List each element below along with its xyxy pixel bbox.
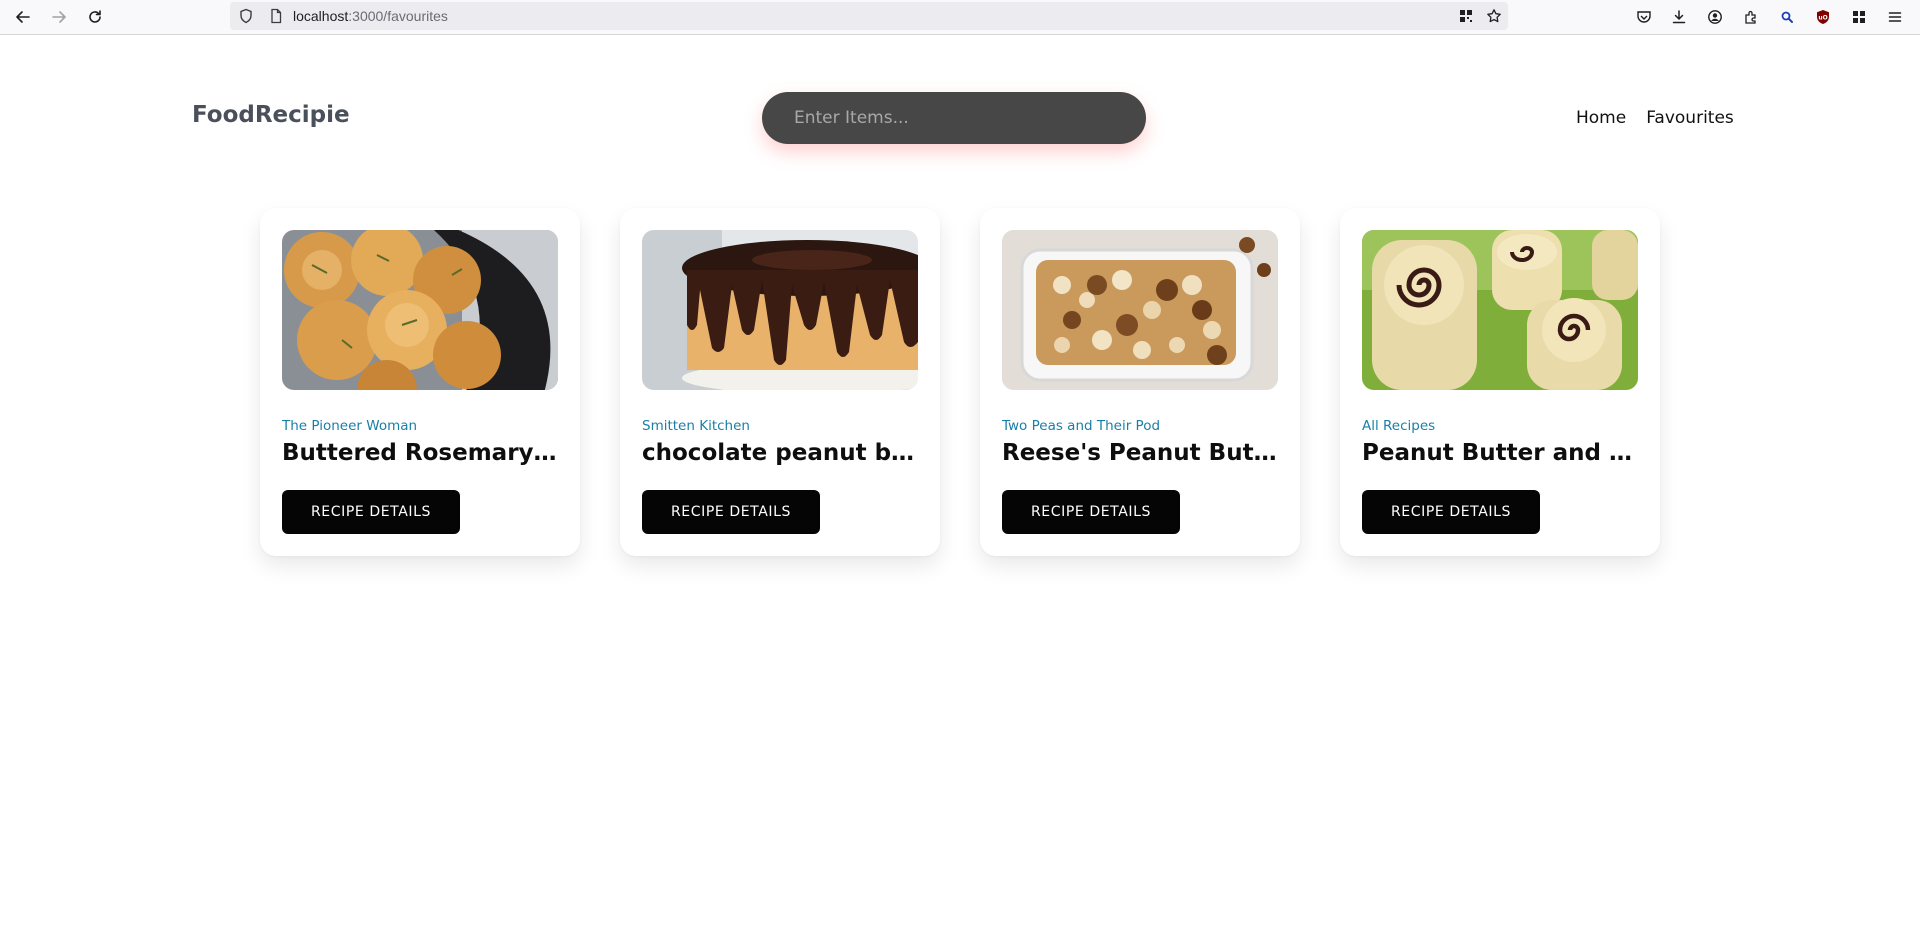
url-text[interactable]: localhost:3000/favourites [293, 8, 448, 24]
qr-code-icon[interactable] [1458, 8, 1474, 24]
url-host: localhost [293, 8, 349, 24]
recipe-title: Peanut Butter and Jel... [1362, 440, 1638, 466]
reload-icon[interactable] [82, 4, 108, 30]
svg-text:uO: uO [1818, 15, 1827, 22]
recipe-title: chocolate peanut butt... [642, 440, 918, 466]
pocket-icon[interactable] [1633, 6, 1655, 28]
search-box [762, 92, 1146, 144]
recipe-details-button[interactable]: RECIPE DETAILS [1362, 490, 1540, 534]
url-bar[interactable]: localhost:3000/favourites [230, 2, 1508, 30]
extensions-icon[interactable] [1740, 6, 1762, 28]
recipe-title: Reese's Peanut Butter... [1002, 440, 1278, 466]
recipe-publisher: Two Peas and Their Pod [1002, 418, 1161, 434]
recipe-details-button[interactable]: RECIPE DETAILS [282, 490, 460, 534]
recipe-card: Two Peas and Their Pod Reese's Peanut Bu… [980, 208, 1300, 556]
url-path: :3000/favourites [348, 8, 448, 24]
page-icon[interactable] [268, 8, 284, 24]
account-icon[interactable] [1704, 6, 1726, 28]
recipe-publisher: The Pioneer Woman [282, 418, 418, 434]
site-logo[interactable]: FoodRecipie [192, 102, 350, 128]
star-icon[interactable] [1486, 8, 1502, 24]
download-icon[interactable] [1668, 6, 1690, 28]
ublock-shield-icon[interactable]: uO [1812, 6, 1834, 28]
main-nav: Home Favourites [1576, 108, 1734, 128]
favourites-list: The Pioneer Woman Buttered Rosemary R...… [260, 208, 1660, 556]
recipe-card: The Pioneer Woman Buttered Rosemary R...… [260, 208, 580, 556]
recipe-publisher: Smitten Kitchen [642, 418, 750, 434]
pbj-roll-ups-image [1362, 230, 1638, 390]
browser-toolbar: localhost:3000/favourites uO [0, 0, 1920, 35]
chocolate-peanut-butter-cake-image [642, 230, 918, 390]
recipe-details-button[interactable]: RECIPE DETAILS [1002, 490, 1180, 534]
back-arrow-icon[interactable] [10, 4, 36, 30]
recipe-details-button[interactable]: RECIPE DETAILS [642, 490, 820, 534]
recipe-card: Smitten Kitchen chocolate peanut butt...… [620, 208, 940, 556]
shield-icon[interactable] [238, 8, 254, 24]
magnifier-icon[interactable] [1776, 6, 1798, 28]
recipe-publisher: All Recipes [1362, 418, 1436, 434]
search-input[interactable] [762, 92, 1146, 144]
forward-arrow-icon[interactable] [46, 4, 72, 30]
rosemary-rolls-image [282, 230, 558, 390]
nav-link-favourites[interactable]: Favourites [1646, 108, 1734, 128]
peanut-butter-popcorn-image [1002, 230, 1278, 390]
apps-grid-icon[interactable] [1848, 6, 1870, 28]
recipe-card: All Recipes Peanut Butter and Jel... REC… [1340, 208, 1660, 556]
hamburger-menu-icon[interactable] [1884, 6, 1906, 28]
nav-link-home[interactable]: Home [1576, 108, 1626, 128]
recipe-title: Buttered Rosemary R... [282, 440, 558, 466]
